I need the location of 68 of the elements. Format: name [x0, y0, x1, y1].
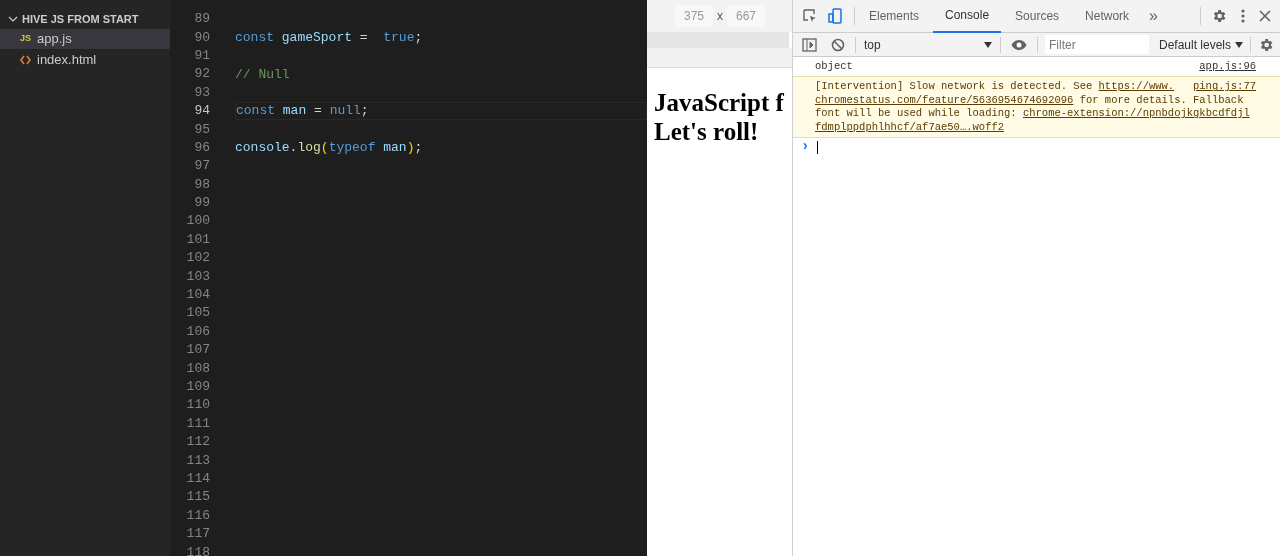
line-number: 105: [185, 304, 210, 323]
line-number: 102: [185, 249, 210, 268]
prompt-sign: ›: [801, 140, 810, 154]
clear-console-icon[interactable]: [831, 37, 845, 52]
filter-field[interactable]: Filter: [1045, 35, 1149, 54]
line-number: 95: [193, 120, 210, 139]
source-link[interactable]: ping.js:77: [1193, 80, 1256, 94]
line-number: 94: [193, 102, 210, 121]
code-line: const gameSport = true;: [235, 28, 423, 47]
line-number: 104: [185, 286, 210, 305]
line-number: 114: [185, 469, 210, 488]
more-tabs-button[interactable]: »: [1149, 4, 1158, 28]
line-number: 101: [185, 230, 210, 249]
console-message-line: chromestatus.com/feature/5636954674692096 for more details. Fallback: [815, 93, 1244, 108]
more-options-icon[interactable]: [1241, 9, 1245, 23]
eye-icon[interactable]: [1011, 38, 1027, 51]
file-item[interactable]: JS app.js: [0, 29, 170, 49]
code-line: // Null: [235, 65, 290, 84]
line-number: 99: [193, 194, 210, 213]
console-message-line: object: [815, 60, 853, 74]
line-number: 108: [185, 359, 210, 378]
page-heading: JavaScript f Let's roll!: [654, 88, 785, 146]
line-number: 96: [193, 138, 210, 157]
console-message-line: [Intervention] Slow network is detected. See https://www.: [815, 80, 1175, 94]
devtools-tab[interactable]: Elements: [857, 0, 932, 33]
line-number: 91: [193, 46, 210, 65]
line-number: 112: [185, 433, 210, 452]
devtools-tab[interactable]: Sources: [1003, 0, 1072, 33]
source-link[interactable]: app.js:96: [1199, 60, 1256, 74]
line-number: 100: [185, 212, 210, 231]
console-settings-icon[interactable]: [1258, 36, 1274, 53]
line-number: 110: [185, 396, 210, 415]
line-number: 117: [185, 525, 210, 544]
dropdown-arrow-icon: [984, 41, 992, 48]
console-message-line: fdmplppdphlhhcf/af7ae50….woff2: [815, 120, 1005, 135]
line-number: 103: [185, 267, 210, 286]
line-number: 97: [193, 157, 210, 176]
context-select[interactable]: top: [864, 35, 992, 54]
times-sign: x: [717, 8, 723, 25]
line-number: 107: [185, 341, 210, 360]
line-number: 98: [193, 175, 210, 194]
console-message-line: font will be used while loading: chrome-extension://npnbdojkgkbcdfdjl: [815, 107, 1250, 121]
sidebar-toggle-icon[interactable]: [802, 37, 817, 52]
line-number: 92: [193, 65, 210, 84]
line-number: 118: [185, 543, 210, 556]
code-brackets-icon: [20, 55, 31, 65]
settings-icon[interactable]: [1211, 8, 1227, 24]
file-item[interactable]: index.html: [0, 50, 170, 70]
chevron-icon: [8, 14, 18, 24]
line-number: 106: [185, 322, 210, 341]
line-number: 113: [185, 451, 210, 470]
line-number: 111: [185, 414, 210, 433]
code-line: console.log(typeof man);: [235, 139, 423, 158]
inspect-icon[interactable]: [802, 8, 818, 24]
line-number: 93: [193, 83, 210, 102]
js-file-icon: JS: [20, 32, 31, 46]
close-icon[interactable]: [1259, 10, 1271, 22]
levels-select[interactable]: Default levels: [1159, 35, 1244, 54]
folder-header[interactable]: HIVE JS FROM START: [0, 10, 170, 28]
dropdown-arrow-icon: [1235, 41, 1244, 48]
devtools-tab[interactable]: Network: [1073, 0, 1142, 33]
line-number: 89: [193, 10, 210, 29]
line-number: 109: [185, 378, 210, 396]
code-line: const man = null;: [236, 102, 369, 121]
line-number: 115: [185, 488, 210, 507]
device-toggle-icon[interactable]: [828, 8, 842, 24]
line-number: 116: [185, 506, 210, 525]
line-number: 90: [193, 28, 210, 47]
